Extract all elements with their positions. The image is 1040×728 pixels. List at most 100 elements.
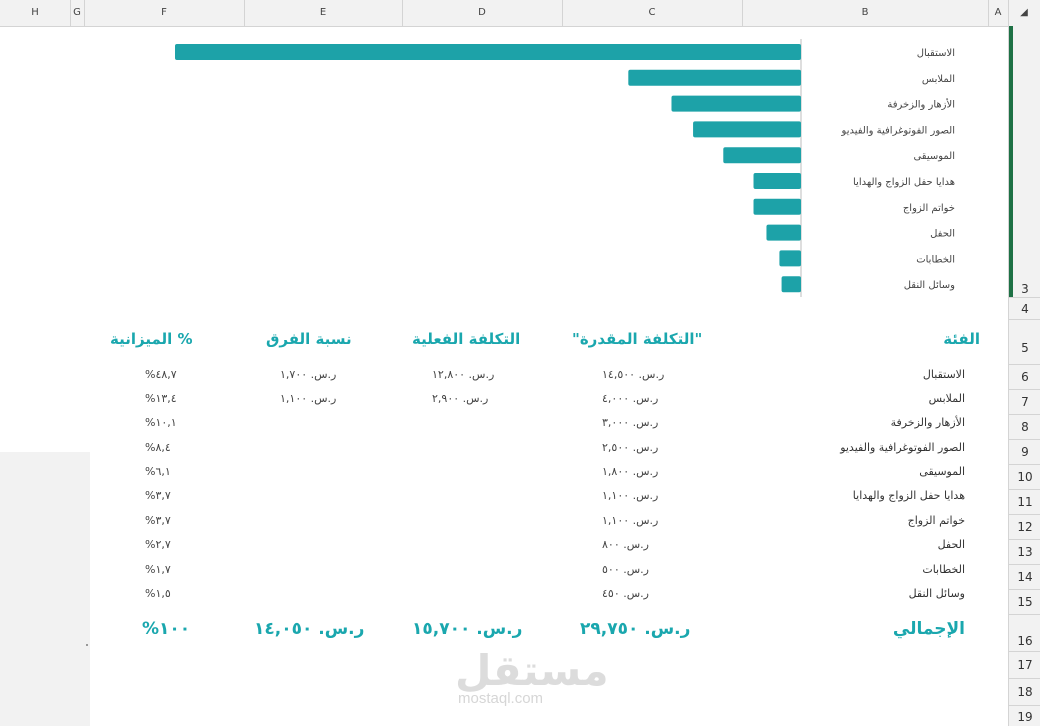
row-header-9[interactable]: 9: [1009, 440, 1040, 465]
percent-cell[interactable]: %٢,٧: [145, 538, 171, 551]
row-header-4[interactable]: 4: [1009, 299, 1040, 320]
watermark-logo: مستقل: [455, 646, 609, 695]
column-header-bar: H G F E D C B A ◢: [0, 0, 1040, 27]
row-header-17[interactable]: 17: [1009, 652, 1040, 679]
percent-cell[interactable]: %١,٥: [145, 587, 171, 600]
row-header-14[interactable]: 14: [1009, 565, 1040, 590]
total-estimated[interactable]: ر.س. ٢٩,٧٥٠: [580, 619, 690, 639]
total-actual[interactable]: ر.س. ١٥,٧٠٠: [412, 619, 522, 639]
percent-cell[interactable]: %١,٧: [145, 563, 171, 576]
row-header-11[interactable]: 11: [1009, 490, 1040, 515]
estimated-cell[interactable]: ر.س. ٣,٠٠٠: [602, 416, 658, 429]
row-header-16[interactable]: 16: [1009, 615, 1040, 652]
header-actual-cost[interactable]: التكلفة الفعلية: [412, 330, 520, 348]
chart-bar[interactable]: [723, 147, 801, 164]
total-difference[interactable]: ر.س. ١٤,٠٥٠: [254, 619, 364, 639]
header-gap: [615, 0, 655, 3]
chart-bar[interactable]: [671, 95, 801, 112]
chart-bar[interactable]: [175, 44, 801, 60]
row-header-3[interactable]: 3: [1009, 281, 1040, 298]
percent-cell[interactable]: %٨,٤: [145, 441, 171, 454]
column-header-e[interactable]: E: [244, 0, 403, 26]
row-header-12[interactable]: 12: [1009, 515, 1040, 540]
category-cell[interactable]: الملابس: [929, 392, 965, 405]
chart-bar[interactable]: [779, 250, 801, 267]
row-header-8[interactable]: 8: [1009, 415, 1040, 440]
chart-category-label: الحفل: [930, 229, 955, 240]
actual-cell[interactable]: ر.س. ٢,٩٠٠: [432, 392, 488, 405]
chart-bar[interactable]: [628, 69, 801, 86]
total-percent[interactable]: %١٠٠: [142, 619, 190, 639]
percent-cell[interactable]: %٤٨,٧: [145, 368, 177, 381]
column-header-d[interactable]: D: [402, 0, 563, 26]
empty-sheet-area: [0, 452, 90, 726]
row-header-7[interactable]: 7: [1009, 390, 1040, 415]
row-header-18[interactable]: 18: [1009, 679, 1040, 706]
estimated-cell[interactable]: ر.س. ٥٠٠: [602, 563, 649, 576]
chart-canvas: الاستقبال الملابس الأزهار والزخرفة الصور ال…: [175, 39, 955, 297]
category-cell[interactable]: خواتم الزواج: [908, 514, 965, 527]
header-budget-percent[interactable]: الميزانية %: [110, 330, 193, 348]
chart-category-label: الاستقبال: [917, 48, 955, 59]
chart-category-label: الصور الفوتوغرافية والفيديو: [841, 125, 955, 136]
difference-cell[interactable]: ر.س. ١,٧٠٠: [280, 368, 336, 381]
row-header-15[interactable]: 15: [1009, 590, 1040, 615]
chart-bar[interactable]: [753, 173, 801, 189]
row-selection-indicator: [1009, 26, 1013, 298]
estimated-cell[interactable]: ر.س. ٤٥٠: [602, 587, 649, 600]
chart-category-label: الخطابات: [916, 254, 955, 265]
header-category[interactable]: الفئة: [943, 330, 980, 348]
category-cell[interactable]: الخطابات: [922, 563, 965, 576]
stray-mark: [86, 644, 88, 646]
column-header-h[interactable]: H: [0, 0, 71, 26]
row-header-19[interactable]: 19: [1009, 706, 1040, 726]
category-cell[interactable]: هدايا حفل الزواج والهدايا: [853, 489, 965, 502]
percent-cell[interactable]: %٣,٧: [145, 514, 171, 527]
budget-bar-chart[interactable]: الاستقبال الملابس الأزهار والزخرفة الصور ال…: [0, 27, 1007, 299]
estimated-cell[interactable]: ر.س. ١٤,٥٠٠: [602, 368, 664, 381]
chart-bar[interactable]: [753, 198, 801, 215]
row-header-10[interactable]: 10: [1009, 465, 1040, 490]
percent-cell[interactable]: %١٠,١: [145, 416, 177, 429]
category-cell[interactable]: الحفل: [938, 538, 965, 551]
category-cell[interactable]: الموسيقى: [919, 465, 965, 478]
column-header-f[interactable]: F: [84, 0, 245, 26]
select-all-corner[interactable]: ◢: [1008, 0, 1040, 26]
percent-cell[interactable]: %٣,٧: [145, 489, 171, 502]
chart-category-label: هدايا حفل الزواج والهدايا: [853, 177, 955, 188]
percent-cell[interactable]: %١٣,٤: [145, 392, 177, 405]
category-cell[interactable]: وسائل النقل: [909, 587, 965, 600]
row-header-13[interactable]: 13: [1009, 540, 1040, 565]
row-header-6[interactable]: 6: [1009, 365, 1040, 390]
estimated-cell[interactable]: ر.س. ٤,٠٠٠: [602, 392, 658, 405]
estimated-cell[interactable]: ر.س. ١,١٠٠: [602, 489, 658, 502]
estimated-cell[interactable]: ر.س. ٨٠٠: [602, 538, 649, 551]
difference-cell[interactable]: ر.س. ١,١٠٠: [280, 392, 336, 405]
header-difference[interactable]: نسبة الفرق: [266, 330, 352, 348]
row-header-bar: 3 4 5 6 7 8 9 10 11 12 13 14 15 16 17 18…: [1008, 26, 1040, 726]
actual-cell[interactable]: ر.س. ١٢,٨٠٠: [432, 368, 494, 381]
chart-category-label: الموسيقى: [913, 151, 955, 162]
estimated-cell[interactable]: ر.س. ٢,٥٠٠: [602, 441, 658, 454]
category-cell[interactable]: الاستقبال: [923, 368, 965, 381]
column-header-g[interactable]: G: [70, 0, 85, 26]
column-header-a[interactable]: A: [988, 0, 1009, 26]
estimated-cell[interactable]: ر.س. ١,١٠٠: [602, 514, 658, 527]
column-header-b[interactable]: B: [742, 0, 989, 26]
chart-category-label: خواتم الزواج: [903, 203, 955, 214]
chart-bar[interactable]: [781, 276, 801, 293]
chart-bar[interactable]: [693, 121, 801, 138]
category-cell[interactable]: الأزهار والزخرفة: [891, 416, 965, 429]
total-label[interactable]: الإجمالي: [893, 619, 965, 639]
chart-bar[interactable]: [766, 224, 801, 241]
estimated-cell[interactable]: ر.س. ١,٨٠٠: [602, 465, 658, 478]
chart-category-label: الملابس: [922, 74, 955, 85]
chart-category-label: الأزهار والزخرفة: [887, 98, 955, 111]
row-header-5[interactable]: 5: [1009, 320, 1040, 365]
chart-category-label: وسائل النقل: [904, 280, 955, 291]
header-estimated-cost[interactable]: "التكلفة المقدرة": [572, 330, 702, 348]
category-cell[interactable]: الصور الفوتوغرافية والفيديو: [840, 441, 965, 454]
column-header-c[interactable]: C: [562, 0, 743, 26]
percent-cell[interactable]: %٦,١: [145, 465, 171, 478]
watermark-url: mostaql.com: [458, 690, 544, 707]
